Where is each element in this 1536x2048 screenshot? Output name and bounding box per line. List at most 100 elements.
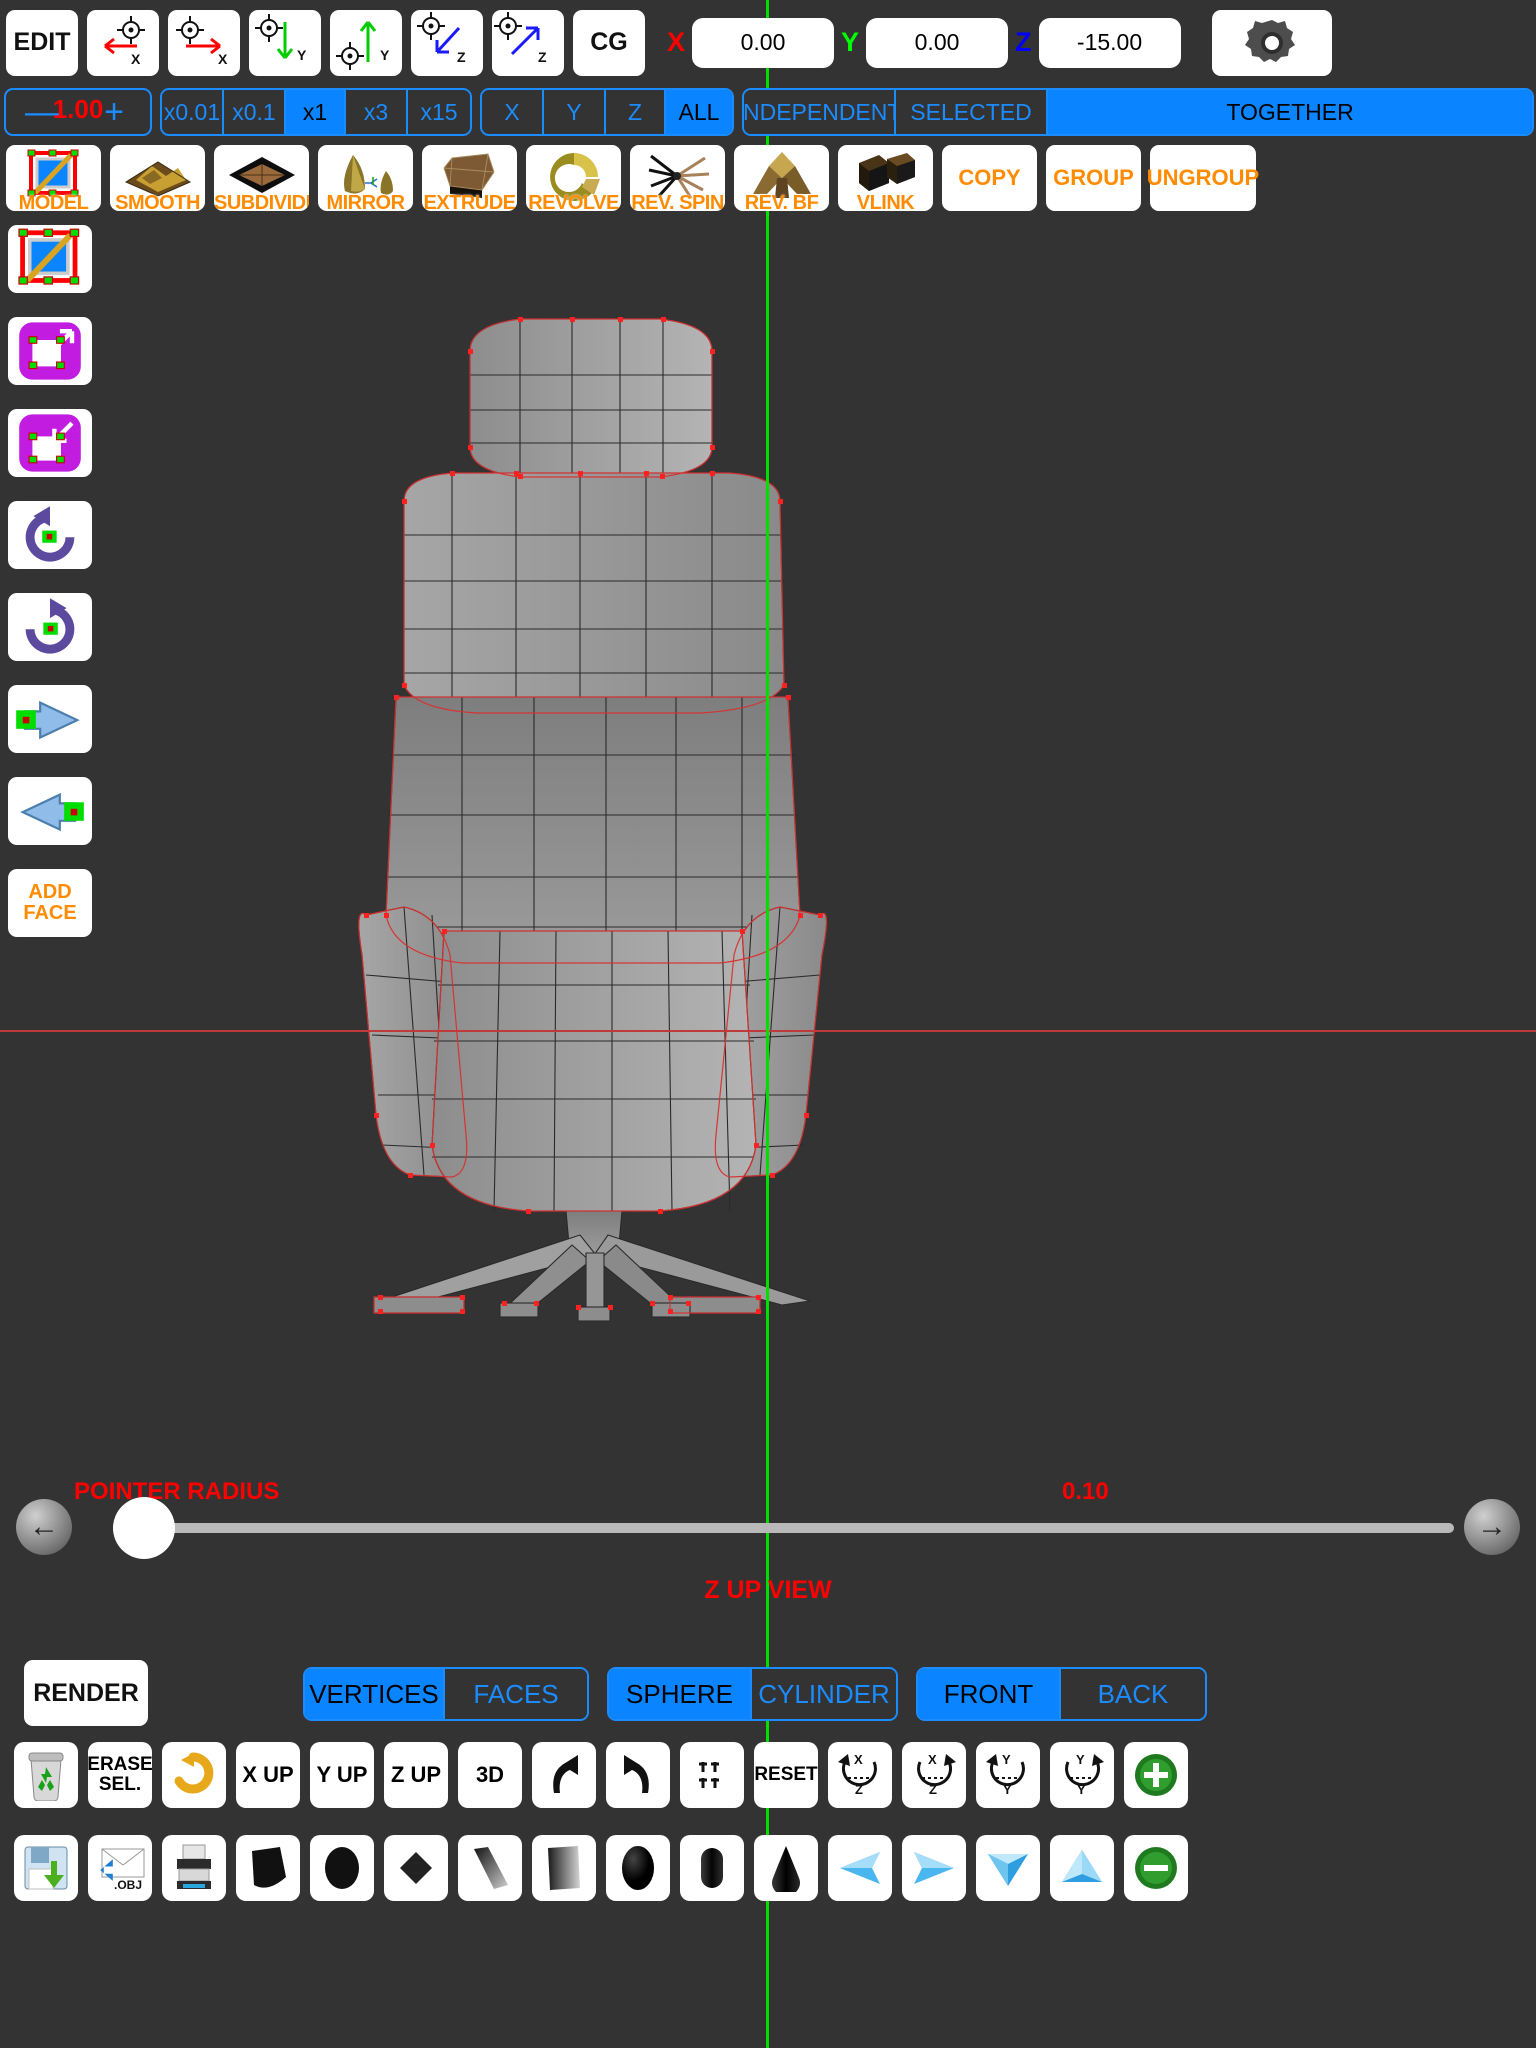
tab-vertices[interactable]: VERTICES — [305, 1669, 445, 1719]
move-left-x-button[interactable]: X — [87, 9, 159, 76]
tab-faces[interactable]: FACES — [445, 1669, 587, 1719]
cone-shape-button[interactable] — [754, 1835, 818, 1901]
prev-button[interactable]: ← — [16, 1499, 72, 1555]
tab-front[interactable]: FRONT — [918, 1669, 1061, 1719]
rotate-xz-cw-button[interactable]: X Z — [902, 1742, 966, 1808]
tool-mirror[interactable]: MIRROR — [318, 145, 413, 211]
z-up-button[interactable]: Z UP — [384, 1742, 448, 1808]
ungroup-button[interactable]: UNGROUP — [1147, 145, 1259, 211]
axis-x[interactable]: X — [482, 90, 544, 134]
tool-smooth[interactable]: SMOOTH — [110, 145, 205, 211]
tool-rev-bf[interactable]: REV. BF — [734, 145, 829, 211]
move-up-y-button[interactable]: Y — [330, 9, 402, 76]
group-button[interactable]: GROUP — [1046, 145, 1141, 211]
tool-subdivide[interactable]: SUBDIVIDE — [214, 145, 309, 211]
tab-cylinder[interactable]: CYLINDER — [752, 1669, 896, 1719]
pyramid-down-button[interactable] — [976, 1835, 1040, 1901]
sidebar-item-rotate-plus[interactable]: ROTATE + — [8, 501, 92, 569]
reset-button[interactable]: RESET — [754, 1742, 818, 1808]
diamond-shape-button[interactable] — [384, 1835, 448, 1901]
trash-button[interactable] — [14, 1742, 78, 1808]
multiplier-x1[interactable]: x1 — [286, 90, 346, 134]
expand-button[interactable] — [680, 1742, 744, 1808]
sidebar-item-scale-plus[interactable]: SCALE + — [8, 317, 92, 385]
sidebar-item-model[interactable]: MODEL — [8, 225, 92, 293]
x-up-button[interactable]: X UP — [236, 1742, 300, 1808]
undo-button[interactable] — [532, 1742, 596, 1808]
box-shape-button[interactable] — [532, 1835, 596, 1901]
bottom-segment-bar: VERTICES FACES SPHERE CYLINDER FRONT BAC… — [303, 1667, 1207, 1721]
mode-independent[interactable]: INDEPENDENT — [744, 90, 901, 134]
capsule-shape-button[interactable] — [680, 1835, 744, 1901]
tab-sphere[interactable]: SPHERE — [609, 1669, 752, 1719]
tool-revolve[interactable]: REVOLVE — [526, 145, 621, 211]
cone-left-button[interactable] — [828, 1835, 892, 1901]
multiplier-x3[interactable]: x3 — [346, 90, 408, 134]
front-back-group: FRONT BACK — [916, 1667, 1207, 1721]
three-d-button[interactable]: 3D — [458, 1742, 522, 1808]
coord-input-x[interactable]: 0.00 — [692, 17, 835, 68]
sphere-shape-button[interactable] — [606, 1835, 670, 1901]
move-neg-z-button[interactable]: Z — [411, 9, 483, 76]
cone-right-button[interactable] — [902, 1835, 966, 1901]
coord-input-z[interactable]: -15.00 — [1038, 17, 1181, 68]
svg-text:X: X — [218, 51, 228, 67]
slider-knob[interactable] — [113, 1497, 175, 1559]
axis-z[interactable]: Z — [606, 90, 666, 134]
tab-back[interactable]: BACK — [1061, 1669, 1205, 1719]
sidebar-item-add-face[interactable]: ADD FACE — [8, 869, 92, 937]
multiplier-x0.1[interactable]: x0.1 — [224, 90, 286, 134]
y-up-button[interactable]: Y UP — [310, 1742, 374, 1808]
ribbon-shape-icon — [474, 1847, 508, 1889]
cg-button[interactable]: CG — [573, 9, 645, 76]
svg-text:X: X — [131, 51, 141, 67]
move-pos-z-button[interactable]: Z — [492, 9, 564, 76]
sidebar-item-scale-minus[interactable]: SCALE - — [8, 409, 92, 477]
trash-recycle-icon — [28, 1752, 64, 1801]
sidebar-item-rotate-minus[interactable]: ROTATE - — [8, 593, 92, 661]
undo-curve-button[interactable] — [162, 1742, 226, 1808]
rotate-y-ccw-button[interactable]: Y Y — [976, 1742, 1040, 1808]
print-button[interactable] — [162, 1835, 226, 1901]
multiplier-x0.01[interactable]: x0.01 — [162, 90, 224, 134]
tool-extrude[interactable]: EXTRUDE — [422, 145, 517, 211]
tool-label: REV. SPIN — [631, 192, 724, 211]
mode-together[interactable]: TOGETHER — [1048, 90, 1532, 134]
copy-button[interactable]: COPY — [942, 145, 1037, 211]
rotate-y-cw-button[interactable]: Y Y — [1050, 1742, 1114, 1808]
tool-vlink[interactable]: VLINK — [838, 145, 933, 211]
import-obj-button[interactable]: .OBJ — [88, 1835, 152, 1901]
next-button[interactable]: → — [1464, 1499, 1520, 1555]
plane-shape-button[interactable] — [236, 1835, 300, 1901]
mode-selected[interactable]: SELECTED — [896, 90, 1048, 134]
sidebar-item-move-minus[interactable]: MOVE - — [8, 777, 92, 845]
ribbon-shape-button[interactable] — [458, 1835, 522, 1901]
sphere-cylinder-group: SPHERE CYLINDER — [607, 1667, 898, 1721]
render-button[interactable]: RENDER — [24, 1660, 148, 1726]
rotate-xz-ccw-button[interactable]: X Z — [828, 1742, 892, 1808]
redo-button[interactable] — [606, 1742, 670, 1808]
ellipse-shape-button[interactable] — [310, 1835, 374, 1901]
settings-button[interactable] — [1211, 9, 1332, 76]
erase-selection-button[interactable]: ERASE SEL. — [88, 1742, 152, 1808]
remove-button[interactable] — [1124, 1835, 1188, 1901]
axis-all[interactable]: ALL — [666, 90, 732, 134]
tool-model[interactable]: MODEL — [6, 145, 101, 211]
model-edit-icon — [18, 228, 80, 285]
ellipse-shape-icon — [325, 1847, 359, 1889]
tool-rev-spin[interactable]: REV. SPIN — [630, 145, 725, 211]
add-button[interactable] — [1124, 1742, 1188, 1808]
sidebar-item-move-plus[interactable]: MOVE + — [8, 685, 92, 753]
edit-button[interactable]: EDIT — [6, 9, 78, 76]
pyramid-up-button[interactable] — [1050, 1835, 1114, 1901]
move-down-y-button[interactable]: Y — [249, 9, 321, 76]
coord-input-y[interactable]: 0.00 — [866, 17, 1009, 68]
multiplier-x15[interactable]: x15 — [408, 90, 470, 134]
redo-arrow-icon — [624, 1755, 649, 1793]
save-button[interactable] — [14, 1835, 78, 1901]
axis-y[interactable]: Y — [544, 90, 606, 134]
step-toolbar: — 1.00 + x0.01 x0.1 x1 x3 x15 X Y Z ALL … — [0, 88, 1536, 136]
slider-track[interactable] — [120, 1523, 1454, 1533]
move-right-x-button[interactable]: X — [168, 9, 240, 76]
view-mode-label: Z UP VIEW — [704, 1576, 832, 1604]
